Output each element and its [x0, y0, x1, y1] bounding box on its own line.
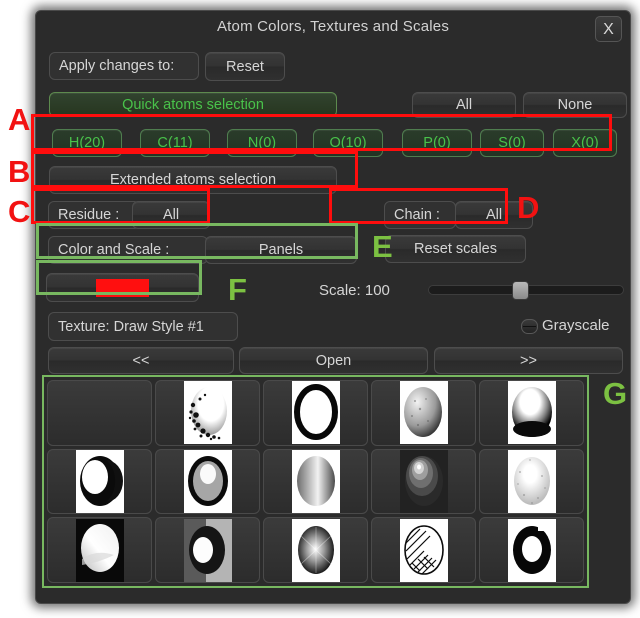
dithered-highlight-sphere-icon	[507, 381, 556, 445]
thumbnail-cell[interactable]	[263, 380, 368, 446]
half-shadow-sphere-icon	[183, 518, 232, 582]
close-icon[interactable]: X	[595, 16, 622, 42]
quick-atoms-selection-header[interactable]: Quick atoms selection	[49, 92, 337, 117]
smooth-white-sphere-icon	[75, 518, 124, 582]
thumbnail-cell[interactable]	[479, 448, 584, 515]
thumbnail-cell[interactable]	[155, 380, 260, 446]
annotation-letter-e: E	[372, 229, 393, 264]
annotation-letter-f: F	[228, 272, 247, 307]
chain-label: Chain :	[384, 201, 456, 229]
vertical-gradient-sphere-icon	[291, 449, 340, 513]
ringed-gray-sphere-icon	[183, 449, 232, 513]
atom-button-p[interactable]: P(0)	[402, 129, 472, 157]
color-swatch	[96, 278, 149, 297]
thick-ring-outline-icon	[291, 381, 340, 445]
thumbnail-cell[interactable]	[263, 448, 368, 515]
title-bar: Atom Colors, Textures and Scales X	[36, 11, 630, 45]
thumbnail-cell[interactable]	[155, 448, 260, 515]
thumbnail-cell[interactable]	[479, 380, 584, 446]
crescent-shadow-sphere-icon	[75, 449, 124, 513]
screenshot-root: Atom Colors, Textures and Scales X Apply…	[0, 0, 640, 618]
apply-changes-label: Apply changes to:	[49, 52, 199, 80]
atom-button-h[interactable]: H(20)	[52, 129, 122, 157]
atom-button-x[interactable]: X(0)	[553, 129, 617, 157]
grayscale-label: Grayscale	[542, 317, 610, 334]
thumbnail-cell[interactable]	[371, 448, 476, 515]
reset-scales-button[interactable]: Reset scales	[385, 235, 526, 263]
grainy-glow-sphere-icon	[507, 449, 556, 513]
annotation-letter-b: B	[8, 154, 31, 189]
atom-button-c[interactable]: C(11)	[140, 129, 210, 157]
thumbnail-cell[interactable]	[47, 448, 152, 515]
thumbnail-cell[interactable]	[263, 517, 368, 583]
annotation-letter-d: D	[517, 190, 540, 225]
thumbnail-cell[interactable]	[47, 517, 152, 583]
atom-button-o[interactable]: O(10)	[313, 129, 383, 157]
thumbnail-cell[interactable]	[155, 517, 260, 583]
prev-texture-button[interactable]: <<	[48, 347, 234, 374]
annotation-letter-a: A	[8, 102, 31, 137]
banded-glossy-sphere-icon	[399, 449, 448, 513]
open-texture-button[interactable]: Open	[239, 347, 428, 374]
extended-atoms-selection-header[interactable]: Extended atoms selection	[49, 166, 337, 194]
reset-button[interactable]: Reset	[205, 52, 285, 81]
thumbnail-cell[interactable]	[479, 517, 584, 583]
scale-slider-track[interactable]	[428, 281, 624, 300]
bold-black-ring-icon	[507, 518, 556, 582]
radial-noise-sphere-icon	[291, 518, 340, 582]
texture-thumbnail-grid	[42, 375, 589, 588]
speckled-sphere-icon	[183, 381, 232, 445]
select-none-button[interactable]: None	[523, 92, 627, 118]
rough-matte-sphere-icon	[399, 381, 448, 445]
thumbnail-cell[interactable]	[371, 380, 476, 446]
thumbnail-cell[interactable]	[371, 517, 476, 583]
atom-button-n[interactable]: N(0)	[227, 129, 297, 157]
color-and-scale-label: Color and Scale :	[48, 236, 208, 264]
select-all-button[interactable]: All	[412, 92, 516, 118]
residue-dropdown[interactable]: All	[132, 201, 210, 229]
annotation-letter-c: C	[8, 194, 31, 229]
texture-name-label[interactable]: Texture: Draw Style #1	[48, 312, 238, 341]
residue-label: Residue :	[48, 201, 140, 229]
next-texture-button[interactable]: >>	[434, 347, 623, 374]
thumbnail-cell[interactable]	[47, 380, 152, 446]
page-title: Atom Colors, Textures and Scales	[216, 18, 450, 35]
hatched-sketch-sphere-icon	[399, 518, 448, 582]
atom-button-s[interactable]: S(0)	[480, 129, 544, 157]
scale-slider-thumb[interactable]	[512, 281, 529, 300]
grayscale-checkbox[interactable]	[521, 319, 538, 334]
color-swatch-button[interactable]	[46, 273, 199, 302]
color-scale-mode-dropdown[interactable]: Panels	[205, 236, 357, 264]
scale-value-label: Scale: 100	[319, 282, 390, 299]
annotation-letter-g: G	[603, 376, 628, 411]
